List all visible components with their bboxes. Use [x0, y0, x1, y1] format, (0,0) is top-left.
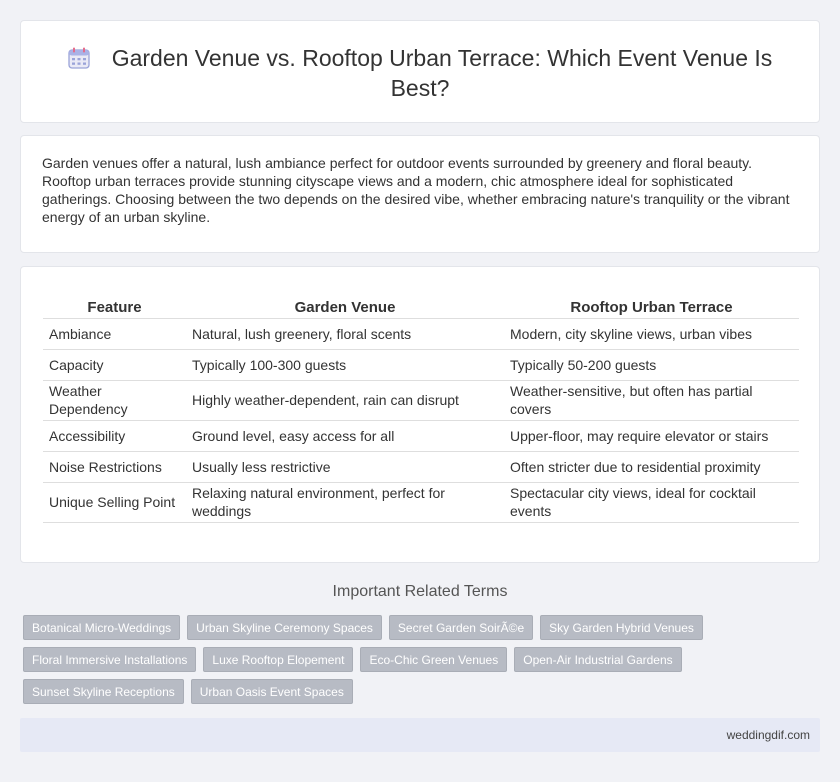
table-row: Ambiance Natural, lush greenery, floral …	[43, 317, 799, 349]
table-row: Capacity Typically 100-300 guests Typica…	[43, 348, 799, 380]
row-garden: Relaxing natural environment, perfect fo…	[186, 481, 504, 523]
row-garden: Usually less restrictive	[186, 450, 504, 482]
calendar-icon	[68, 46, 90, 69]
title-text: Garden Venue vs. Rooftop Urban Terrace: …	[111, 45, 773, 101]
row-rooftop: Often stricter due to residential proxim…	[504, 450, 799, 482]
row-garden: Natural, lush greenery, floral scents	[186, 317, 504, 349]
row-rooftop: Typically 50-200 guests	[504, 348, 799, 380]
tag-link[interactable]: Floral Immersive Installations	[23, 647, 197, 672]
comparison-card: Feature Garden Venue Rooftop Urban Terra…	[20, 266, 820, 563]
footer-site-link[interactable]: weddingdif.com	[727, 728, 810, 742]
row-feature: Ambiance	[43, 317, 186, 349]
header-feature: Feature	[87, 299, 142, 317]
table-row: Unique Selling Point Relaxing natural en…	[43, 481, 799, 523]
row-garden: Typically 100-300 guests	[186, 348, 504, 380]
intro-card: Garden venues offer a natural, lush ambi…	[20, 135, 820, 253]
related-terms-tags: Botanical Micro-Weddings Urban Skyline C…	[23, 615, 713, 711]
tag-link[interactable]: Eco-Chic Green Venues	[360, 647, 508, 672]
table-row: Weather Dependency Highly weather-depend…	[43, 379, 799, 420]
row-feature: Accessibility	[43, 419, 186, 451]
title-card: Garden Venue vs. Rooftop Urban Terrace: …	[20, 20, 820, 123]
tag-link[interactable]: Urban Oasis Event Spaces	[190, 679, 353, 704]
tag-link[interactable]: Botanical Micro-Weddings	[23, 615, 181, 640]
tag-link[interactable]: Open-Air Industrial Gardens	[514, 647, 682, 672]
row-garden: Highly weather-dependent, rain can disru…	[186, 379, 504, 420]
tag-link[interactable]: Urban Skyline Ceremony Spaces	[187, 615, 382, 640]
tag-link[interactable]: Luxe Rooftop Elopement	[203, 647, 354, 672]
row-rooftop: Weather-sensitive, but often has partial…	[504, 379, 799, 420]
table-row: Noise Restrictions Usually less restrict…	[43, 450, 799, 482]
tag-link[interactable]: Secret Garden SoirÃ©e	[388, 615, 534, 640]
table-header-row: Feature Garden Venue Rooftop Urban Terra…	[43, 293, 799, 318]
related-terms-heading: Important Related Terms	[332, 583, 508, 600]
tag-link[interactable]: Sunset Skyline Receptions	[23, 679, 184, 704]
row-feature: Capacity	[43, 348, 186, 380]
header-garden-venue: Garden Venue	[294, 299, 396, 317]
row-rooftop: Upper-floor, may require elevator or sta…	[504, 419, 799, 451]
tag-link[interactable]: Sky Garden Hybrid Venues	[540, 615, 703, 640]
header-rooftop-terrace: Rooftop Urban Terrace	[570, 299, 733, 317]
comparison-table: Feature Garden Venue Rooftop Urban Terra…	[43, 293, 799, 523]
row-rooftop: Spectacular city views, ideal for cockta…	[504, 481, 799, 523]
footer: weddingdif.com	[20, 718, 820, 752]
row-rooftop: Modern, city skyline views, urban vibes	[504, 317, 799, 349]
row-garden: Ground level, easy access for all	[186, 419, 504, 451]
table-row: Accessibility Ground level, easy access …	[43, 419, 799, 451]
page-title: Garden Venue vs. Rooftop Urban Terrace: …	[61, 43, 779, 103]
intro-paragraph: Garden venues offer a natural, lush ambi…	[42, 155, 790, 225]
row-feature: Unique Selling Point	[43, 481, 186, 523]
row-feature: Noise Restrictions	[43, 450, 186, 482]
row-feature: Weather Dependency	[43, 379, 186, 420]
